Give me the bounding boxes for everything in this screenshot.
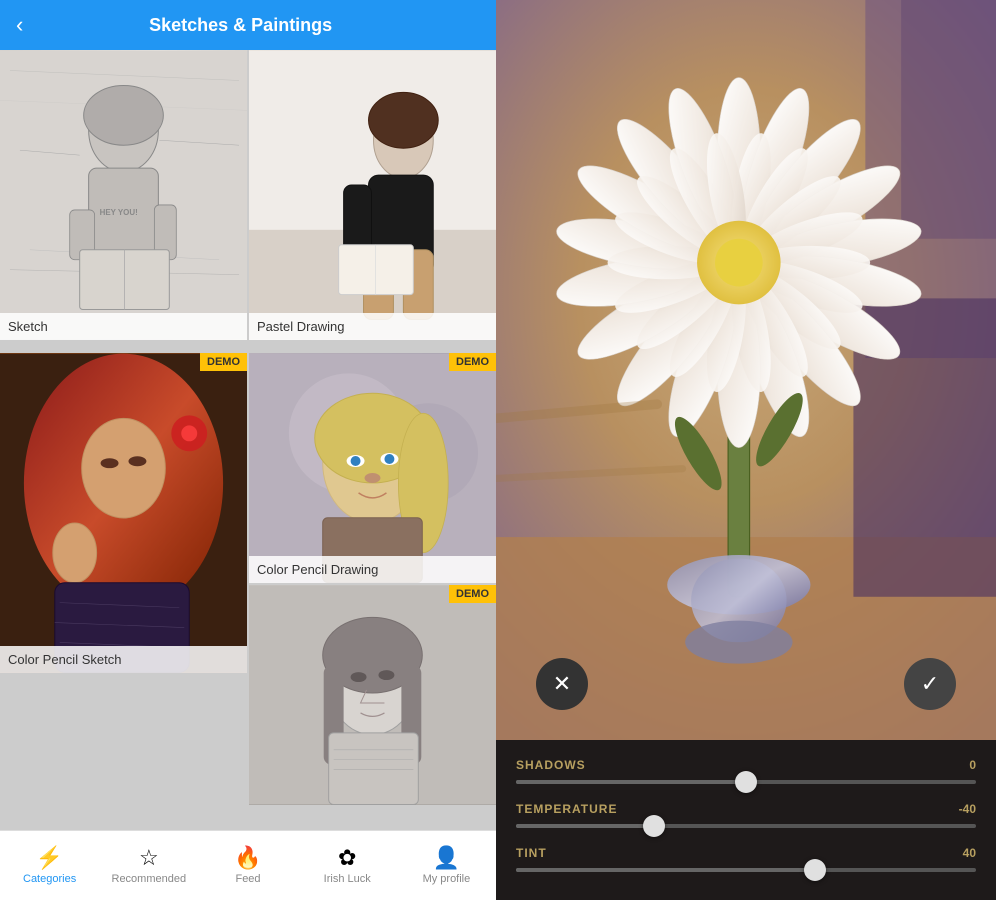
- nav-feed[interactable]: 🔥 Feed: [198, 831, 297, 900]
- nav-my-profile[interactable]: 👤 My profile: [397, 831, 496, 900]
- back-button[interactable]: ‹: [16, 12, 23, 38]
- photo-preview: ✕ ✓: [496, 0, 996, 740]
- sketch-label: Sketch: [0, 313, 247, 340]
- demo-badge-colorpencil: DEMO: [449, 353, 496, 371]
- sliders-panel: SHADOWS 0 TEMPERATURE -40 TINT 40: [496, 740, 996, 900]
- right-panel: ✕ ✓ SHADOWS 0 TEMPERATURE -40: [496, 0, 996, 900]
- nav-recommended[interactable]: ☆ Recommended: [99, 831, 198, 900]
- page-title: Sketches & Paintings: [35, 15, 446, 36]
- nav-categories[interactable]: ⚡ Categories: [0, 831, 99, 900]
- tint-slider-row: TINT 40: [516, 846, 976, 872]
- temperature-thumb[interactable]: [643, 815, 665, 837]
- shadows-track[interactable]: [516, 780, 976, 784]
- irish-luck-label: Irish Luck: [324, 873, 371, 885]
- check-icon: ✓: [921, 671, 939, 697]
- temperature-value: -40: [959, 802, 976, 816]
- filter-cell-pastel[interactable]: Pastel Drawing: [249, 50, 496, 340]
- close-button[interactable]: ✕: [536, 658, 588, 710]
- left-panel: ‹ Sketches & Paintings HEY YOU!: [0, 0, 496, 900]
- shadows-value: 0: [969, 758, 976, 772]
- feed-icon: 🔥: [234, 847, 261, 869]
- shadows-slider-row: SHADOWS 0: [516, 758, 976, 784]
- tint-fill: [516, 868, 815, 872]
- tint-thumb[interactable]: [804, 859, 826, 881]
- filter-cell-color-pencil-drawing[interactable]: DEMO: [249, 353, 496, 583]
- temperature-slider-row: TEMPERATURE -40: [516, 802, 976, 828]
- confirm-button[interactable]: ✓: [904, 658, 956, 710]
- colorsketch-label: Color Pencil Sketch: [0, 646, 247, 673]
- filter-cell-color-pencil-sketch[interactable]: DEMO: [0, 353, 247, 673]
- recommended-label: Recommended: [112, 873, 187, 885]
- filter-cell-bottom-right[interactable]: DEMO: [249, 585, 496, 805]
- tint-value: 40: [963, 846, 976, 860]
- demo-badge-colorsketch: DEMO: [200, 353, 247, 371]
- profile-icon: 👤: [433, 847, 460, 869]
- svg-text:HEY YOU!: HEY YOU!: [100, 208, 138, 217]
- profile-label: My profile: [423, 873, 471, 885]
- filter-grid: HEY YOU! Sketch: [0, 50, 496, 830]
- categories-icon: ⚡: [36, 847, 63, 869]
- filter-cell-sketch[interactable]: HEY YOU! Sketch: [0, 50, 247, 340]
- tint-label: TINT: [516, 846, 547, 860]
- tint-track[interactable]: [516, 868, 976, 872]
- shadows-label: SHADOWS: [516, 758, 586, 772]
- shadows-thumb[interactable]: [735, 771, 757, 793]
- feed-label: Feed: [235, 873, 260, 885]
- colorpencil-label: Color Pencil Drawing: [249, 556, 496, 583]
- nav-irish-luck[interactable]: ✿ Irish Luck: [298, 831, 397, 900]
- demo-badge-bottom-right: DEMO: [449, 585, 496, 603]
- pastel-label: Pastel Drawing: [249, 313, 496, 340]
- irish-luck-icon: ✿: [338, 847, 356, 869]
- shadows-fill: [516, 780, 746, 784]
- top-bar: ‹ Sketches & Paintings: [0, 0, 496, 50]
- recommended-icon: ☆: [139, 847, 159, 869]
- temperature-fill: [516, 824, 654, 828]
- bottom-nav: ⚡ Categories ☆ Recommended 🔥 Feed ✿ Iris…: [0, 830, 496, 900]
- temperature-label: TEMPERATURE: [516, 802, 617, 816]
- temperature-track[interactable]: [516, 824, 976, 828]
- categories-label: Categories: [23, 873, 76, 885]
- close-icon: ✕: [553, 671, 571, 697]
